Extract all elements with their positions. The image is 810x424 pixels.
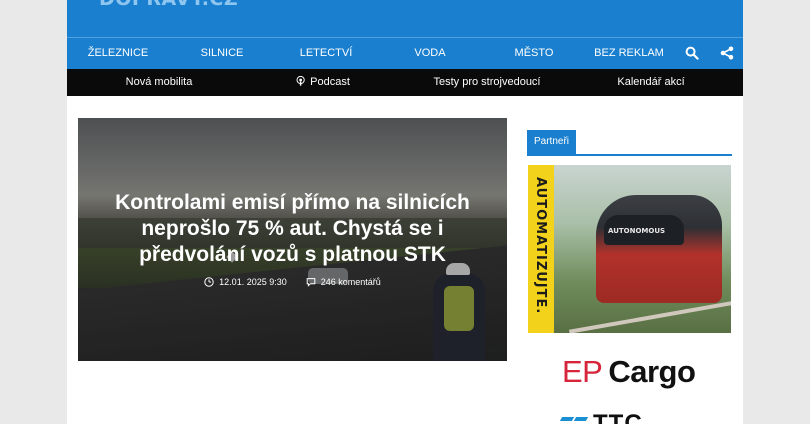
- site-logo[interactable]: DOPRAVY.CZ: [99, 0, 238, 10]
- hero-title[interactable]: Kontrolami emisí přímo na silnicích nepr…: [98, 190, 487, 268]
- share-icon[interactable]: [720, 46, 734, 60]
- ad-tram-image: [596, 195, 722, 303]
- ttc-logo-text: TTC: [593, 414, 643, 424]
- partner-ad-banner[interactable]: AUTOMATIZUJTE. AUTONOMOUS: [528, 165, 731, 333]
- page: DOPRAVY.CZ ŽELEZNICE SILNICE LETECTVÍ VO…: [67, 0, 743, 424]
- nav-item-bez-reklam[interactable]: BEZ REKLAM: [594, 38, 664, 70]
- site-header: DOPRAVY.CZ: [67, 0, 743, 37]
- ad-vertical-text: AUTOMATIZUJTE.: [533, 177, 548, 315]
- subnav-item-nova-mobilita[interactable]: Nová mobilita: [126, 69, 193, 96]
- main-nav: ŽELEZNICE SILNICE LETECTVÍ VODA MĚSTO BE…: [67, 37, 743, 70]
- ep-cargo-logo-part1: EP: [562, 354, 603, 389]
- search-icon[interactable]: [685, 46, 699, 60]
- article-comments[interactable]: 246 komentářů: [321, 277, 381, 287]
- nav-item-mesto[interactable]: MĚSTO: [515, 38, 554, 70]
- partner-logo-ttc[interactable]: TTC: [559, 414, 699, 424]
- nav-item-zeleznice[interactable]: ŽELEZNICE: [88, 38, 149, 70]
- sidebar-heading-label: Partneři: [527, 130, 577, 154]
- hero-meta: 12.01. 2025 9:30 246 komentářů: [78, 276, 507, 287]
- ad-rail: [568, 300, 731, 333]
- podcast-icon: [296, 76, 305, 86]
- ep-cargo-logo-part2: Cargo: [608, 354, 696, 389]
- subnav-item-kalendar[interactable]: Kalendář akcí: [617, 69, 684, 96]
- partner-logo-ep-cargo[interactable]: EP Cargo: [562, 354, 696, 390]
- subnav-item-podcast[interactable]: Podcast: [296, 69, 350, 96]
- nav-item-letectvi[interactable]: LETECTVÍ: [300, 38, 353, 70]
- article-date: 12.01. 2025 9:30: [219, 276, 287, 287]
- clock-icon: [204, 276, 214, 287]
- ttc-logo-stripe: [573, 417, 589, 421]
- hero-article[interactable]: Kontrolami emisí přímo na silnicích nepr…: [78, 118, 507, 361]
- ttc-logo-stripe: [559, 417, 575, 421]
- nav-item-voda[interactable]: VODA: [414, 38, 445, 70]
- comment-icon[interactable]: [306, 277, 316, 287]
- subnav-item-testy[interactable]: Testy pro strojvedoucí: [434, 69, 541, 96]
- nav-item-silnice[interactable]: SILNICE: [201, 38, 244, 70]
- subnav-item-label: Podcast: [310, 76, 350, 88]
- ad-tram-label: AUTONOMOUS: [608, 227, 666, 235]
- sub-nav: Nová mobilita Podcast Testy pro strojved…: [67, 69, 743, 96]
- sidebar-heading: Partneři: [527, 130, 732, 156]
